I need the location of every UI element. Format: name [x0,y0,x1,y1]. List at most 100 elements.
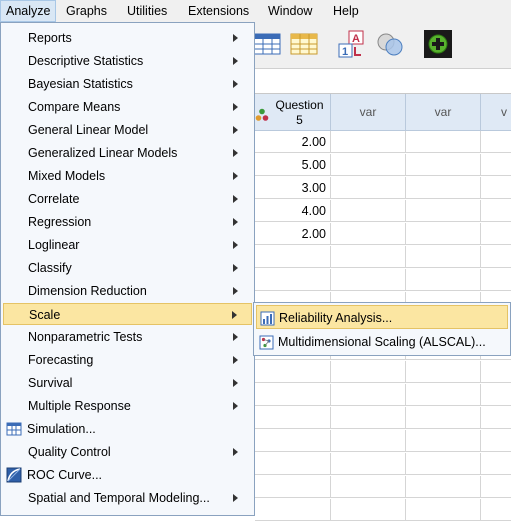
grid-cell[interactable] [331,407,406,429]
grid-cell[interactable] [481,131,511,153]
menu-item-scale[interactable]: Scale [3,303,252,325]
grid-cell[interactable] [331,430,406,452]
grid-cell[interactable] [255,407,331,429]
grid-cell[interactable] [481,269,511,291]
grid-cell[interactable] [406,384,481,406]
grid-cell[interactable] [406,269,481,291]
grid-cell[interactable] [406,177,481,199]
grid-cell[interactable] [481,200,511,222]
menu-item-forecasting[interactable]: Forecasting [3,349,252,371]
menu-item-simulation[interactable]: Simulation... [3,418,252,440]
grid-cell[interactable]: 3.00 [255,177,331,199]
menu-utilities[interactable]: Utilities [122,0,172,22]
submenu-item-reliability-analysis[interactable]: Reliability Analysis... [256,305,508,329]
sets-icon[interactable] [375,29,405,59]
grid-cell[interactable] [481,177,511,199]
grid-cell[interactable] [406,453,481,475]
grid-cell[interactable] [331,246,406,268]
menu-item-compare-means[interactable]: Compare Means [3,96,252,118]
grid-cell[interactable] [255,269,331,291]
grid-cell[interactable] [481,361,511,383]
grid-cell[interactable] [406,154,481,176]
grid-cell[interactable] [406,223,481,245]
grid-cell[interactable] [406,131,481,153]
submenu-item-multidimensional-scaling-alscal[interactable]: Multidimensional Scaling (ALSCAL)... [256,330,508,354]
grid-cell[interactable] [331,223,406,245]
grid-cell[interactable] [331,177,406,199]
grid-cell[interactable] [331,154,406,176]
value-labels-icon[interactable]: A 1 [337,29,367,59]
menu-item-bayesian-statistics[interactable]: Bayesian Statistics [3,73,252,95]
grid-cell[interactable] [481,430,511,452]
grid-cell[interactable] [331,361,406,383]
grid-cell[interactable] [406,407,481,429]
column-header-var[interactable]: var [406,94,481,131]
add-extension-icon[interactable] [423,29,453,59]
menu-item-generalized-linear-models[interactable]: Generalized Linear Models [3,142,252,164]
grid-cell[interactable] [331,131,406,153]
grid-cell[interactable] [331,200,406,222]
submenu-arrow-icon [233,172,238,180]
grid-cell[interactable]: 5.00 [255,154,331,176]
submenu-arrow-icon [232,311,237,319]
grid-cell[interactable] [255,246,331,268]
grid-cell[interactable] [481,154,511,176]
menu-item-classify[interactable]: Classify [3,257,252,279]
menu-item-label: Nonparametric Tests [28,330,143,344]
menu-item-general-linear-model[interactable]: General Linear Model [3,119,252,141]
grid-cell[interactable] [406,361,481,383]
menu-help[interactable]: Help [328,0,364,22]
grid-cell[interactable] [331,476,406,498]
column-header-question5[interactable]: Question 5 [255,94,331,131]
grid-cell[interactable] [481,476,511,498]
menu-item-roc-curve[interactable]: ROC Curve... [3,464,252,486]
menu-item-multiple-response[interactable]: Multiple Response [3,395,252,417]
menu-graphs[interactable]: Graphs [61,0,112,22]
grid-cell[interactable] [481,499,511,521]
column-header-var[interactable]: v [481,94,511,131]
menu-item-survival[interactable]: Survival [3,372,252,394]
grid-cell[interactable]: 2.00 [255,131,331,153]
grid-cell[interactable] [331,499,406,521]
grid-cell[interactable] [481,384,511,406]
menu-item-nonparametric-tests[interactable]: Nonparametric Tests [3,326,252,348]
column-header-var[interactable]: var [331,94,406,131]
menu-item-descriptive-statistics[interactable]: Descriptive Statistics [3,50,252,72]
grid-cell[interactable] [481,407,511,429]
grid-cell[interactable]: 2.00 [255,223,331,245]
grid-cell[interactable] [406,476,481,498]
menu-item-quality-control[interactable]: Quality Control [3,441,252,463]
menu-item-dimension-reduction[interactable]: Dimension Reduction [3,280,252,302]
menu-window[interactable]: Window [263,0,317,22]
grid-cell[interactable]: 4.00 [255,200,331,222]
menu-item-mixed-models[interactable]: Mixed Models [3,165,252,187]
menu-item-label: Simulation... [27,422,96,436]
grid-cell[interactable] [406,430,481,452]
grid-cell[interactable] [255,499,331,521]
data-grid-icon[interactable] [253,29,283,59]
grid-cell[interactable] [255,361,331,383]
grid-cell[interactable] [406,246,481,268]
grid-cell[interactable] [481,246,511,268]
grid-cell[interactable] [255,384,331,406]
grid-cell[interactable] [255,453,331,475]
menu-extensions[interactable]: Extensions [183,0,254,22]
menu-item-loglinear[interactable]: Loglinear [3,234,252,256]
grid-cell[interactable] [255,430,331,452]
grid-cell[interactable] [255,476,331,498]
grid-cell[interactable] [331,453,406,475]
grid-cell[interactable] [331,384,406,406]
menu-analyze[interactable]: Analyze [0,0,57,22]
variable-grid-icon[interactable] [289,29,319,59]
grid-cell[interactable] [406,499,481,521]
toolbar: A 1 [253,22,511,69]
menu-item-correlate[interactable]: Correlate [3,188,252,210]
menu-item-regression[interactable]: Regression [3,211,252,233]
grid-cell[interactable] [331,269,406,291]
cell-editor-bar[interactable] [255,69,511,94]
menu-item-reports[interactable]: Reports [3,27,252,49]
grid-cell[interactable] [406,200,481,222]
menu-item-spatial-and-temporal-modeling[interactable]: Spatial and Temporal Modeling... [3,487,252,509]
grid-cell[interactable] [481,453,511,475]
grid-cell[interactable] [481,223,511,245]
